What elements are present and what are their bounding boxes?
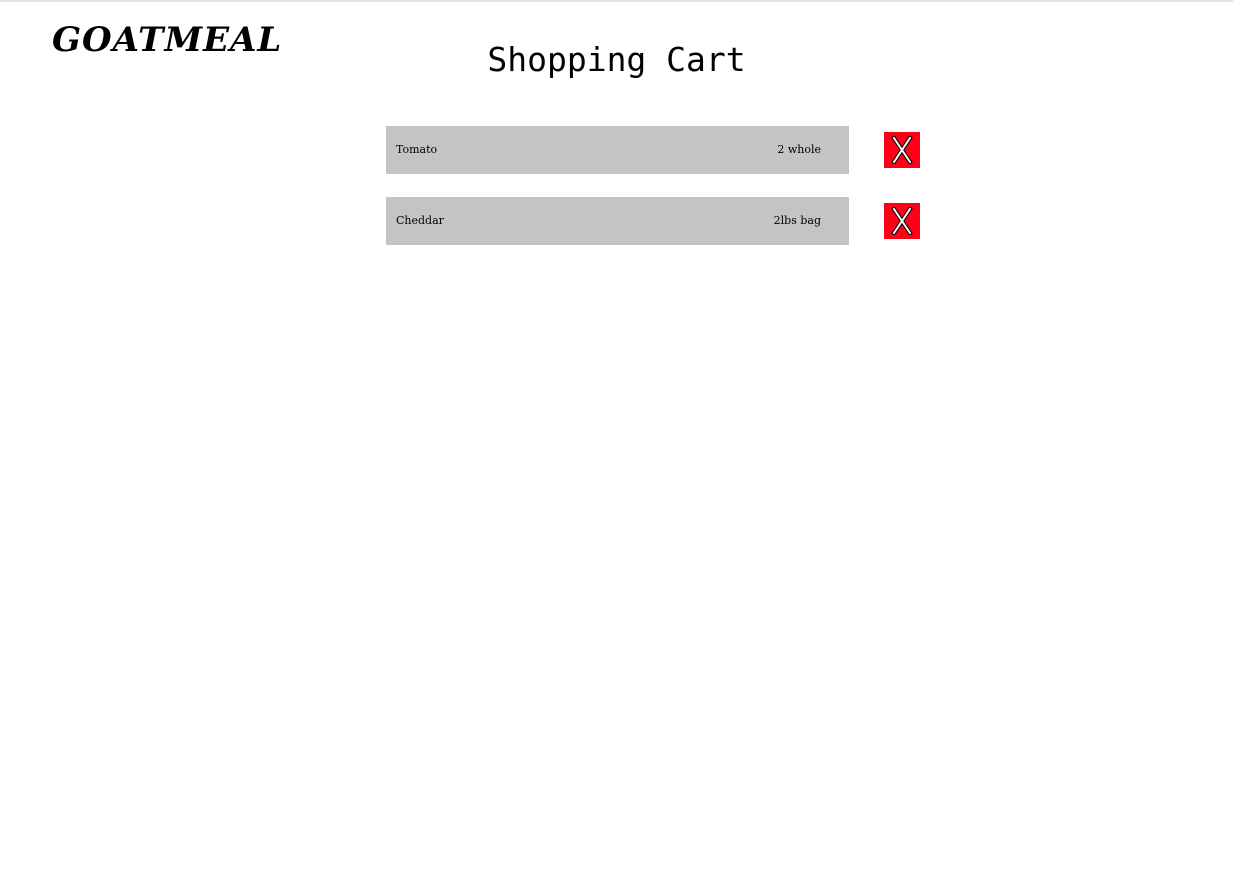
cart-item[interactable]: Tomato 2 whole bbox=[386, 126, 849, 174]
item-name: Cheddar bbox=[396, 214, 444, 227]
cart-row: Cheddar 2lbs bag bbox=[386, 197, 926, 245]
remove-item-button[interactable] bbox=[884, 203, 920, 239]
cart-row: Tomato 2 whole bbox=[386, 126, 926, 174]
cart-list: Tomato 2 whole Cheddar 2lbs bag bbox=[386, 126, 926, 268]
item-quantity: 2lbs bag bbox=[773, 214, 821, 227]
item-name: Tomato bbox=[396, 143, 438, 156]
item-quantity: 2 whole bbox=[777, 143, 821, 156]
page-title: Shopping Cart bbox=[487, 40, 746, 79]
remove-item-button[interactable] bbox=[884, 132, 920, 168]
close-icon bbox=[891, 207, 913, 235]
top-border bbox=[0, 0, 1233, 2]
cart-item[interactable]: Cheddar 2lbs bag bbox=[386, 197, 849, 245]
close-icon bbox=[891, 136, 913, 164]
